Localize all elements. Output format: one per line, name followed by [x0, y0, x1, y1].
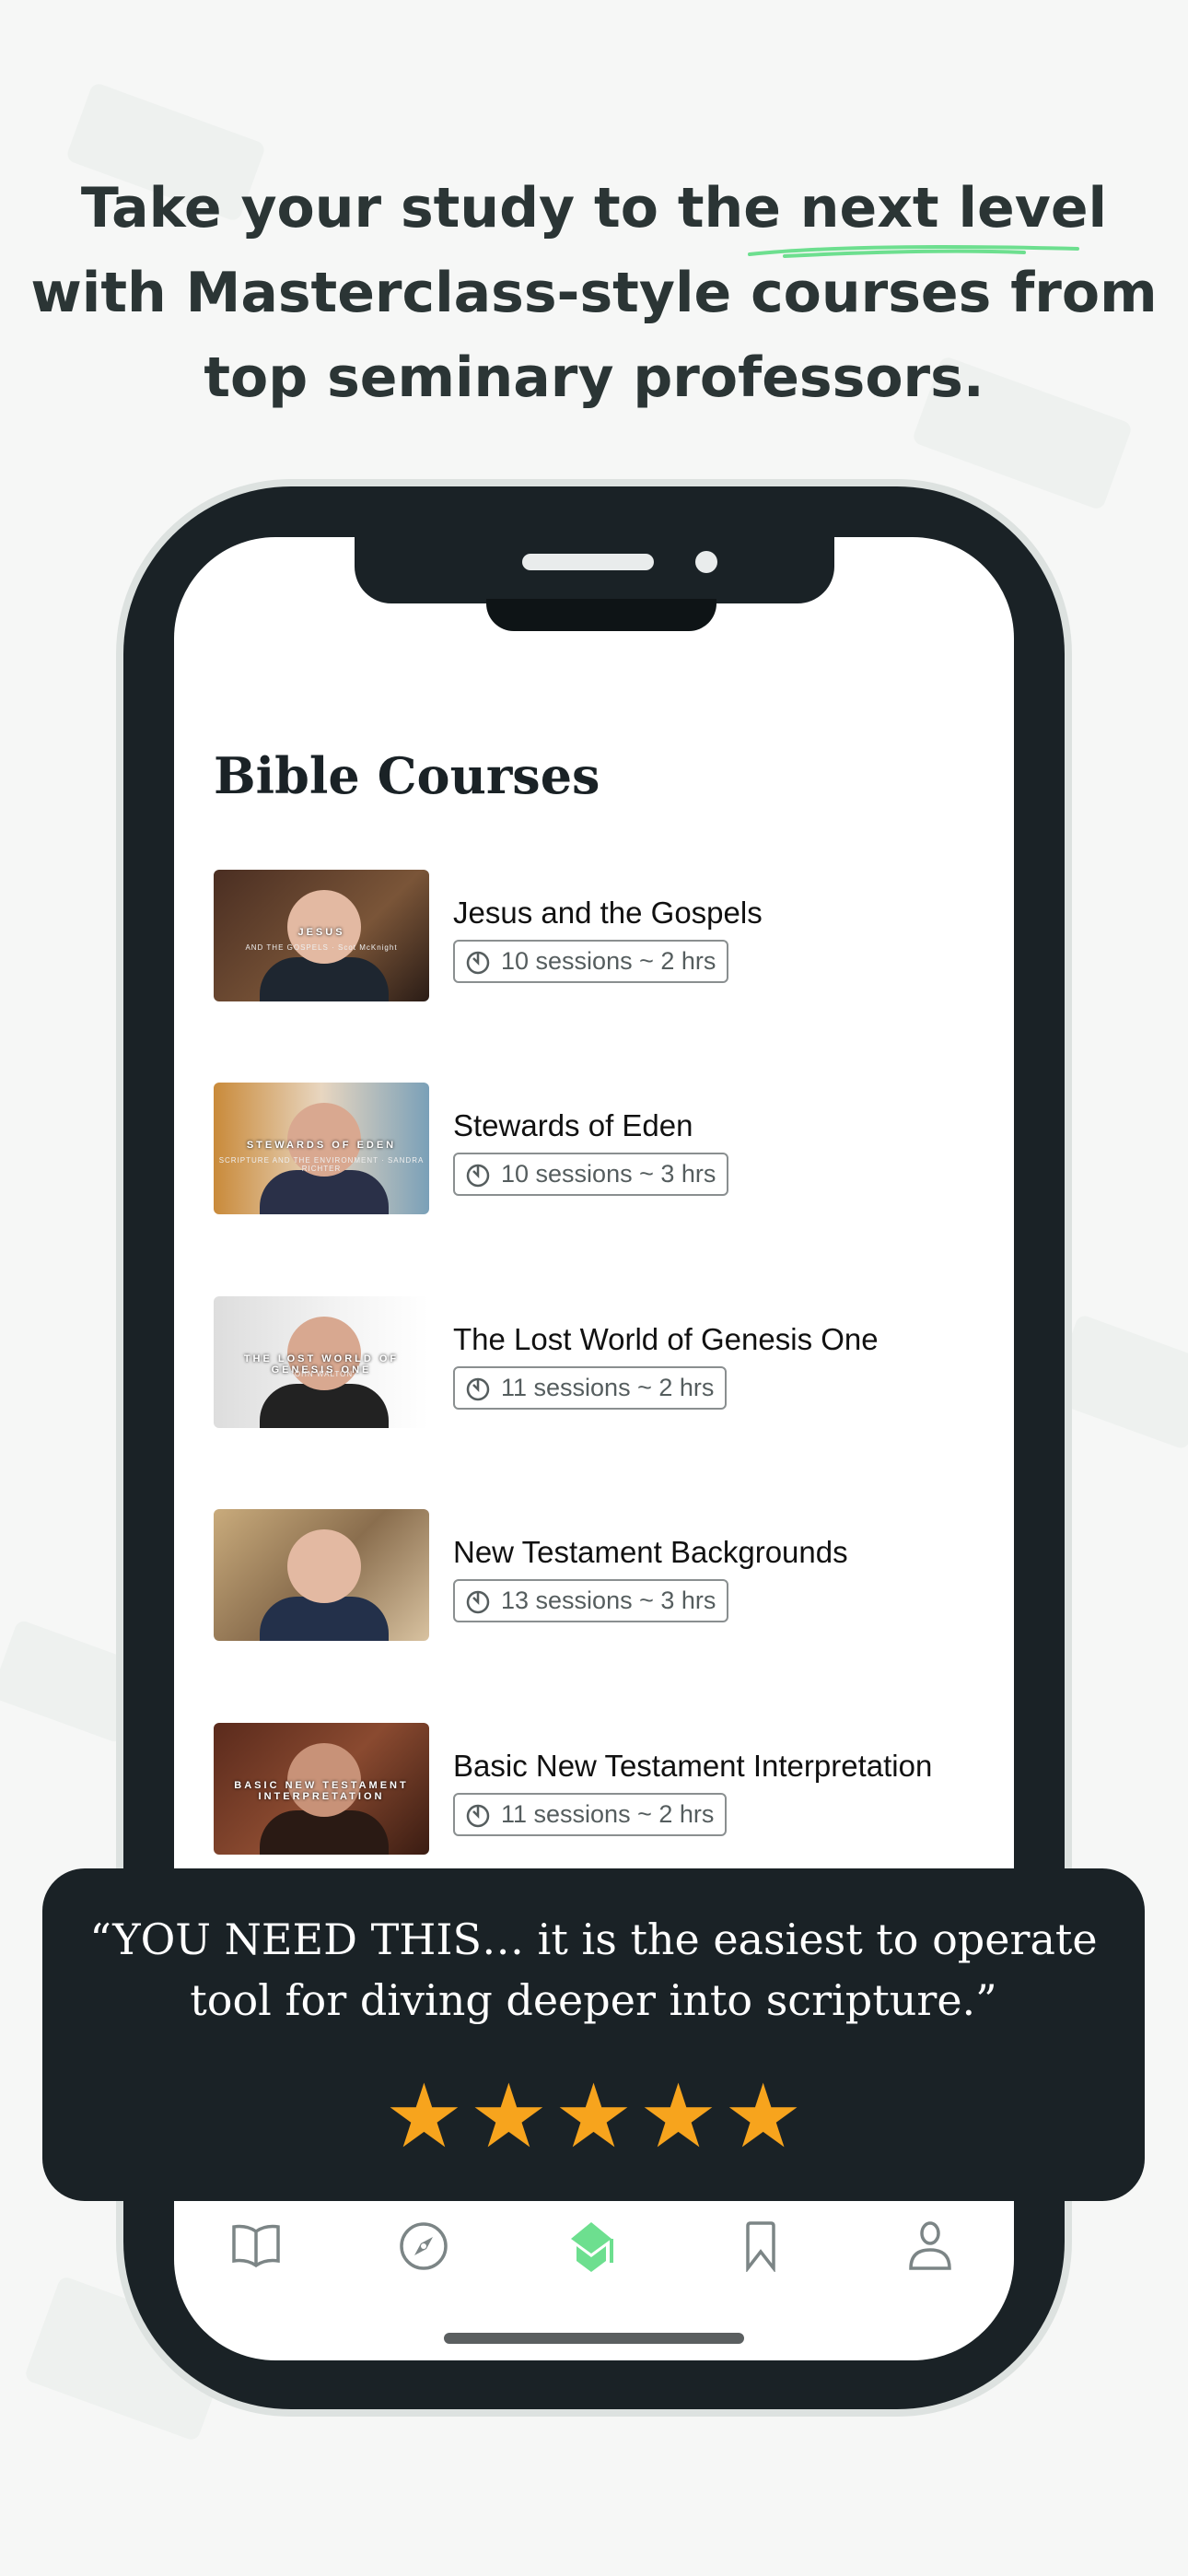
headline: Take your study to the next level with M…	[0, 166, 1188, 420]
course-thumbnail: STEWARDS OF EDEN SCRIPTURE AND THE ENVIR…	[214, 1083, 429, 1214]
tab-bible[interactable]	[228, 2219, 284, 2274]
star-icon: ★	[723, 2067, 803, 2166]
graduation-cap-icon	[571, 2222, 613, 2272]
course-item[interactable]: New Testament Backgrounds 13 sessions ~ …	[214, 1509, 987, 1641]
course-title: Jesus and the Gospels	[453, 896, 763, 930]
course-item[interactable]: JESUS AND THE GOSPELS · Scot McKnight Je…	[214, 870, 987, 1001]
star-icon: ★	[553, 2067, 634, 2166]
home-indicator[interactable]	[444, 2333, 744, 2344]
testimonial-card: “YOU NEED THIS… it is the easiest to ope…	[42, 1868, 1145, 2201]
course-item[interactable]: THE LOST WORLD OF GENESIS ONE JOHN WALTO…	[214, 1296, 987, 1428]
front-camera	[695, 551, 717, 573]
testimonial-quote: “YOU NEED THIS… it is the easiest to ope…	[89, 1914, 1098, 2025]
course-duration-badge: 10 sessions ~ 3 hrs	[453, 1153, 729, 1196]
bookmark-icon	[746, 2221, 775, 2272]
timer-icon	[466, 1590, 490, 1613]
course-item[interactable]: STEWARDS OF EDEN SCRIPTURE AND THE ENVIR…	[214, 1083, 987, 1214]
tab-profile[interactable]	[903, 2219, 958, 2274]
timer-icon	[466, 1164, 490, 1187]
highlight-underline	[748, 245, 1079, 258]
star-icon: ★	[384, 2067, 464, 2166]
profile-icon	[909, 2221, 951, 2270]
course-thumbnail	[214, 1509, 429, 1641]
tab-explore[interactable]	[396, 2219, 451, 2274]
speaker-grille	[522, 554, 654, 570]
course-title: New Testament Backgrounds	[453, 1535, 848, 1569]
course-thumbnail: JESUS AND THE GOSPELS · Scot McKnight	[214, 870, 429, 1001]
course-thumbnail: THE LOST WORLD OF GENESIS ONE JOHN WALTO…	[214, 1296, 429, 1428]
book-icon	[232, 2224, 280, 2268]
course-duration-badge: 11 sessions ~ 2 hrs	[453, 1793, 728, 1836]
phone-notch	[355, 537, 834, 603]
course-duration-badge: 10 sessions ~ 2 hrs	[453, 940, 729, 983]
star-icon: ★	[638, 2067, 718, 2166]
course-thumbnail: BASIC NEW TESTAMENT INTERPRETATION	[214, 1723, 429, 1855]
star-icon: ★	[469, 2067, 549, 2166]
course-duration-badge: 13 sessions ~ 3 hrs	[453, 1579, 729, 1622]
headline-line-1: Take your study to the next level	[80, 176, 1108, 240]
compass-icon	[400, 2222, 448, 2270]
course-title: Basic New Testament Interpretation	[453, 1749, 933, 1783]
timer-icon	[466, 951, 490, 974]
course-title: Stewards of Eden	[453, 1108, 693, 1142]
tab-courses[interactable]	[564, 2219, 619, 2274]
headline-line-3: top seminary professors.	[204, 345, 984, 410]
star-rating: ★ ★ ★ ★ ★	[42, 2071, 1145, 2163]
timer-icon	[466, 1377, 490, 1400]
course-duration-badge: 11 sessions ~ 2 hrs	[453, 1366, 728, 1410]
phone-notch-lower	[486, 599, 716, 631]
tab-saved[interactable]	[733, 2219, 788, 2274]
course-item[interactable]: BASIC NEW TESTAMENT INTERPRETATION Basic…	[214, 1723, 987, 1855]
page-title: Bible Courses	[214, 746, 600, 805]
timer-icon	[466, 1804, 490, 1827]
headline-line-2: with Masterclass-style courses from	[30, 261, 1158, 325]
course-title: The Lost World of Genesis One	[453, 1322, 879, 1356]
